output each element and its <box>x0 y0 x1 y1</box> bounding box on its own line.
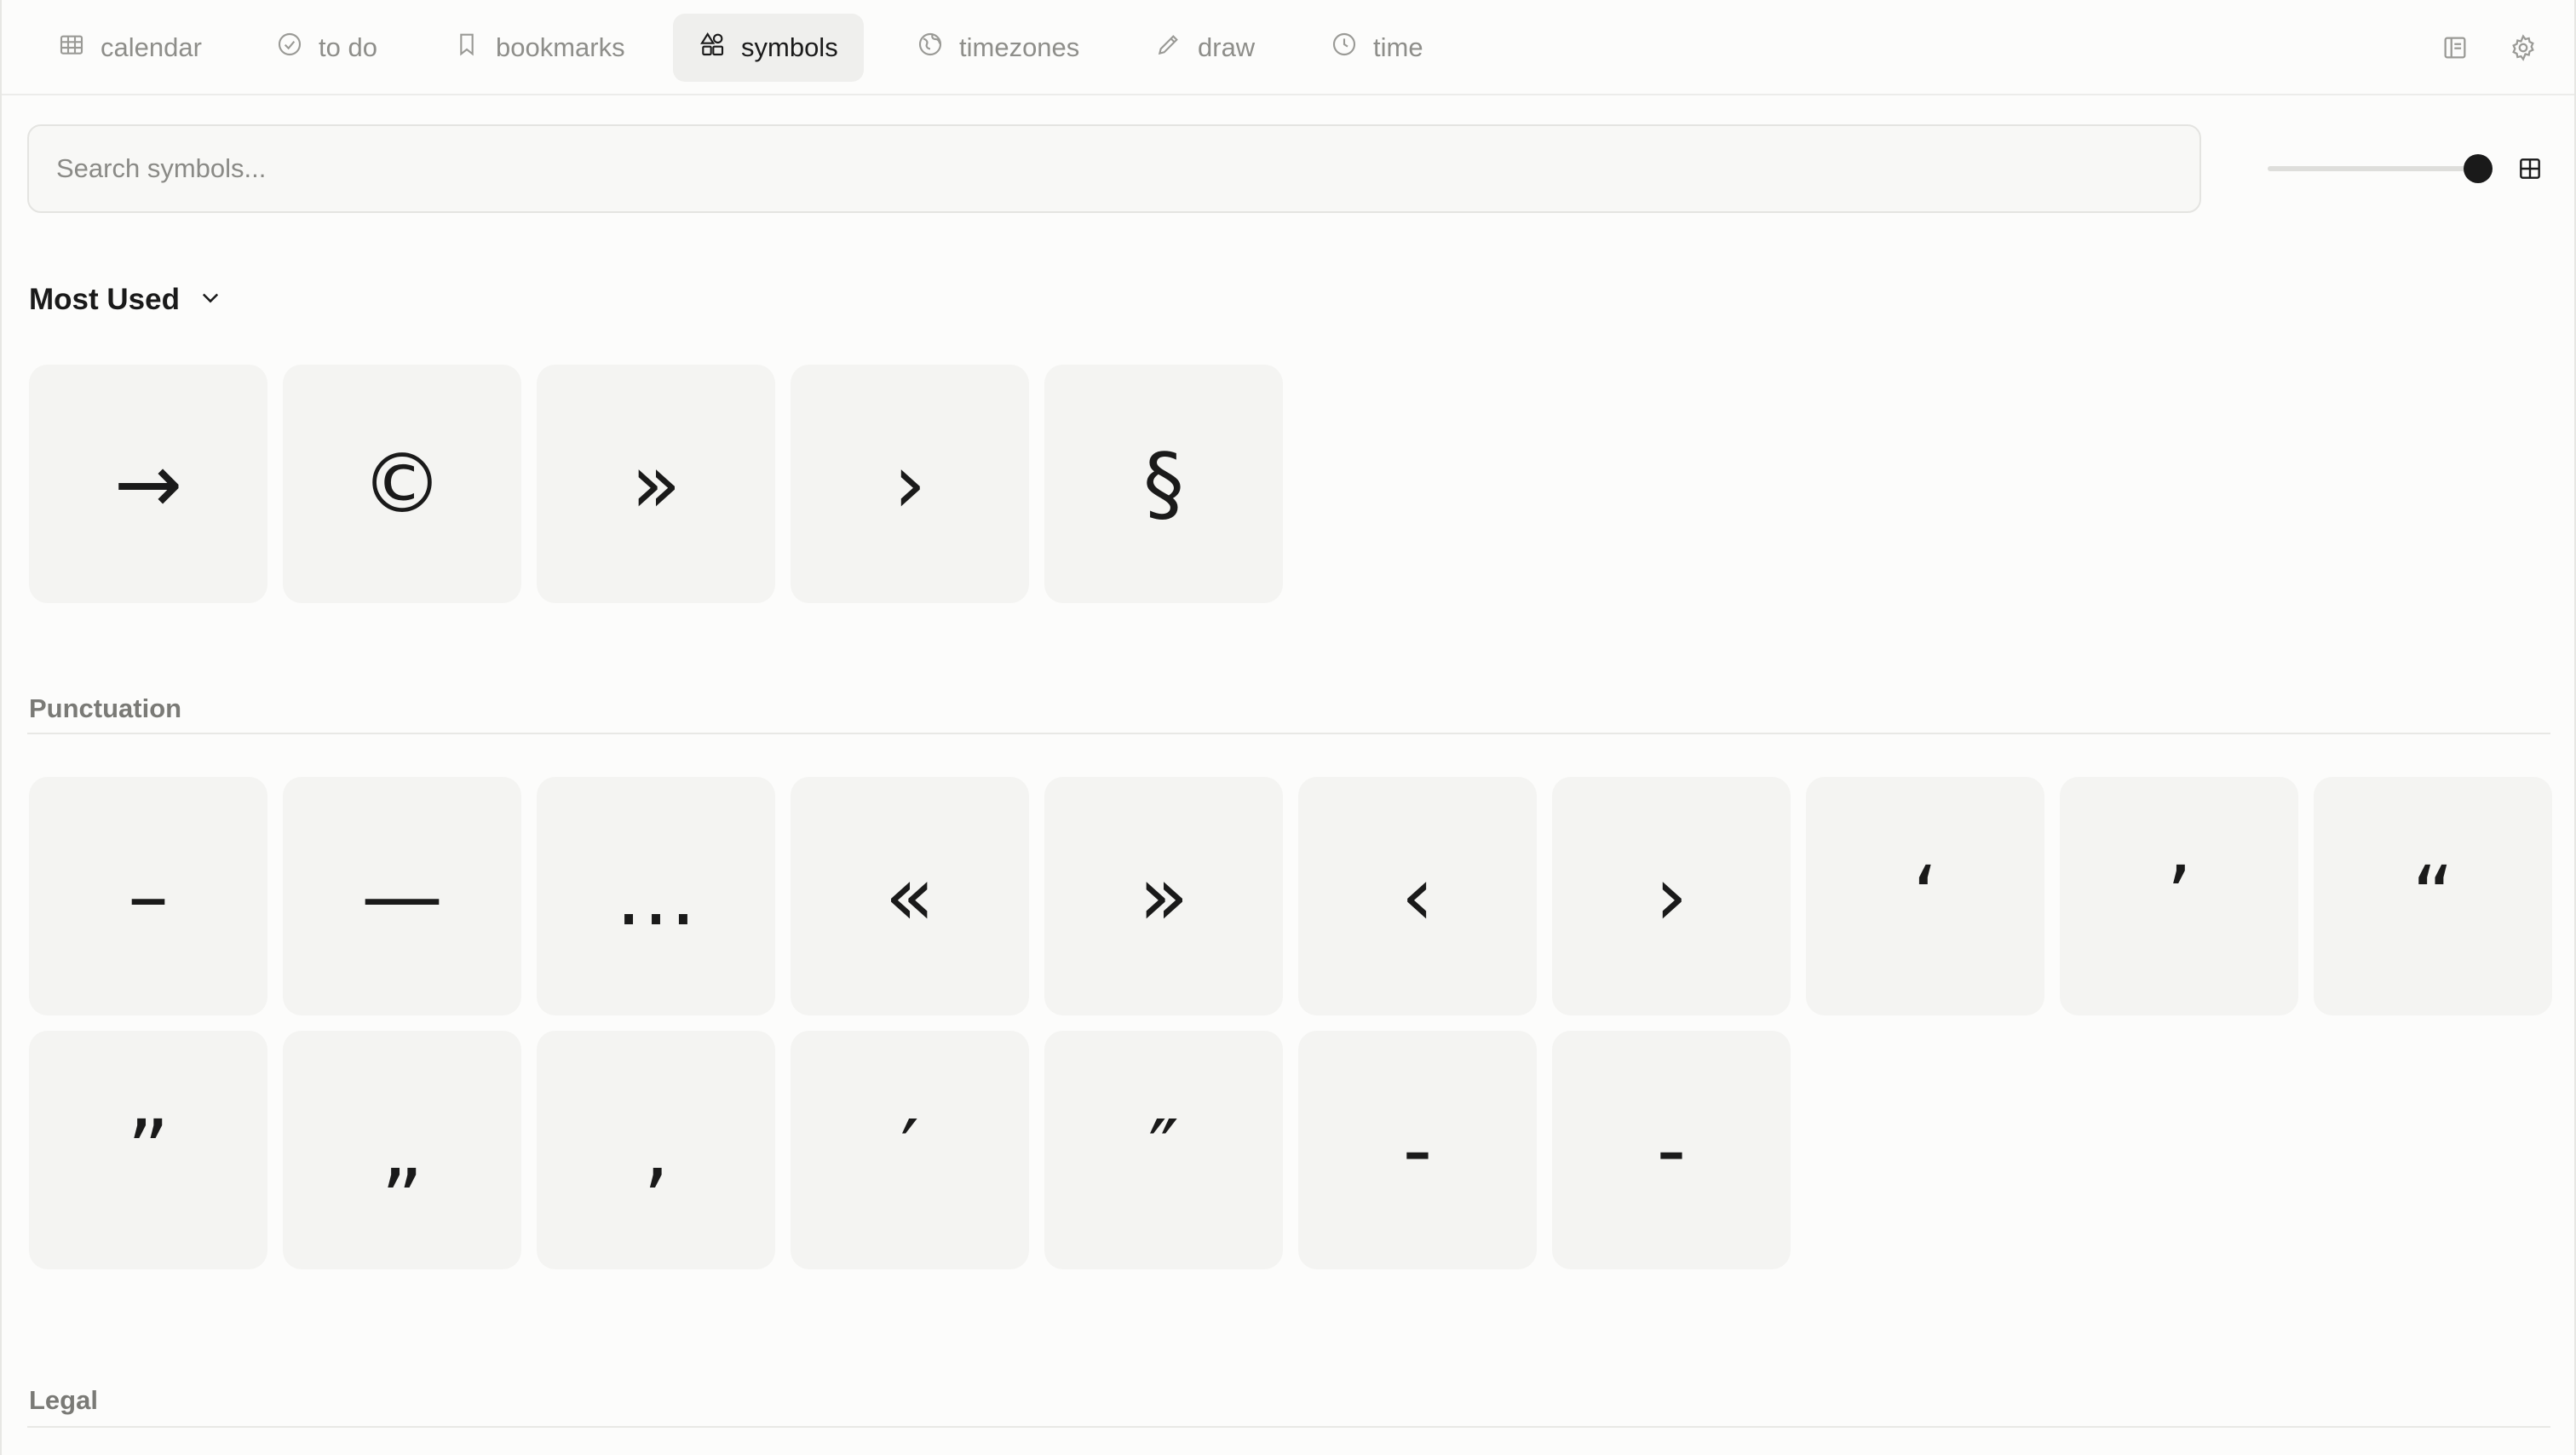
tab-timezones[interactable]: timezones <box>891 14 1105 82</box>
symbol-tile[interactable]: ′ <box>791 1031 1029 1269</box>
slider-thumb[interactable] <box>2464 154 2493 183</box>
tab-label: symbols <box>741 32 838 62</box>
symbol-tile[interactable]: “ <box>2314 777 2552 1015</box>
symbol-tile[interactable]: › <box>791 365 1029 603</box>
tab-draw[interactable]: draw <box>1130 14 1280 82</box>
most-used-title: Most Used <box>29 283 180 316</box>
clock-icon <box>1331 31 1358 65</box>
symbol-tile[interactable]: — <box>283 777 521 1015</box>
tab-calendar[interactable]: calendar <box>32 14 227 82</box>
symbol-tile[interactable]: ‘ <box>1806 777 2044 1015</box>
grid-view-icon[interactable] <box>2513 152 2547 186</box>
calendar-icon <box>58 31 85 65</box>
symbol-tile[interactable]: « <box>791 777 1029 1015</box>
symbol-tile[interactable]: › <box>1552 777 1791 1015</box>
tab-label: calendar <box>101 32 202 62</box>
tab-time[interactable]: time <box>1305 14 1449 82</box>
symbol-tile[interactable]: … <box>537 777 775 1015</box>
symbol-tile[interactable]: ’ <box>2060 777 2298 1015</box>
symbol-tile[interactable]: ‐ <box>1298 1031 1537 1269</box>
section-divider <box>27 1426 2550 1428</box>
tab-label: to do <box>319 32 377 62</box>
check-circle-icon <box>276 31 303 65</box>
symbol-tile[interactable]: ‑ <box>1552 1031 1791 1269</box>
most-used-toggle[interactable]: Most Used <box>29 283 222 317</box>
symbol-tile[interactable]: § <box>1044 365 1283 603</box>
tab-label: bookmarks <box>496 32 625 62</box>
symbol-tile[interactable]: → <box>29 365 267 603</box>
top-navigation: calendar to do bookmarks symbols timezon <box>2 0 2574 95</box>
tab-label: draw <box>1198 32 1256 62</box>
symbol-tile[interactable]: » <box>1044 777 1283 1015</box>
symbols-app: calendar to do bookmarks symbols timezon <box>0 0 2576 1455</box>
tab-label: timezones <box>959 32 1080 62</box>
tab-symbols[interactable]: symbols <box>673 14 864 82</box>
pencil-icon <box>1155 31 1182 65</box>
symbol-tile[interactable]: „ <box>283 1031 521 1269</box>
tab-bookmarks[interactable]: bookmarks <box>428 14 651 82</box>
symbol-tile[interactable]: – <box>29 777 267 1015</box>
bookmark-icon <box>453 31 480 65</box>
section-title-punctuation: Punctuation <box>29 693 182 723</box>
section-divider <box>27 733 2550 734</box>
slider-track <box>2268 166 2493 171</box>
tab-label: time <box>1373 32 1423 62</box>
tab-to-do[interactable]: to do <box>250 14 403 82</box>
symbol-tile[interactable]: ‚ <box>537 1031 775 1269</box>
symbol-tile[interactable]: © <box>283 365 521 603</box>
symbol-tile[interactable]: » <box>537 365 775 603</box>
shapes-icon <box>699 31 726 65</box>
symbol-size-slider[interactable] <box>2268 152 2493 186</box>
section-title-legal: Legal <box>29 1385 98 1415</box>
chevron-down-icon <box>198 283 222 317</box>
search-symbols-input[interactable] <box>27 124 2201 213</box>
sidebar-panel-icon[interactable] <box>2438 31 2472 65</box>
settings-gear-icon[interactable] <box>2506 31 2540 65</box>
globe-icon <box>917 31 944 65</box>
symbol-tile[interactable]: ″ <box>1044 1031 1283 1269</box>
symbol-tile[interactable]: ‹ <box>1298 777 1537 1015</box>
symbol-tile[interactable]: ” <box>29 1031 267 1269</box>
